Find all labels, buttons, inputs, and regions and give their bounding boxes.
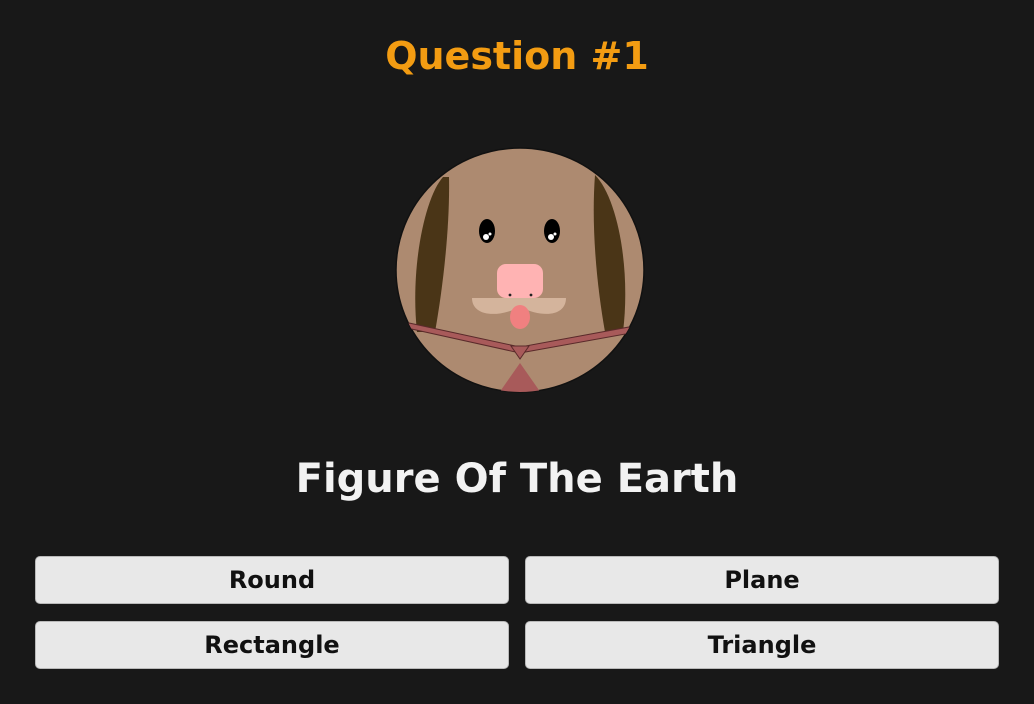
dog-avatar — [395, 147, 645, 393]
answer-button-plane[interactable]: Plane — [525, 556, 999, 604]
answer-button-triangle[interactable]: Triangle — [525, 621, 999, 669]
dog-face-icon — [395, 147, 645, 393]
answer-button-round[interactable]: Round — [35, 556, 509, 604]
answer-button-rectangle[interactable]: Rectangle — [35, 621, 509, 669]
question-number-title: Question #1 — [385, 34, 649, 78]
quiz-page: Question #1 Figure Of The Earth Round Pl… — [0, 0, 1034, 704]
question-text: Figure Of The Earth — [295, 456, 739, 502]
nose — [497, 264, 543, 298]
tongue — [510, 305, 530, 329]
